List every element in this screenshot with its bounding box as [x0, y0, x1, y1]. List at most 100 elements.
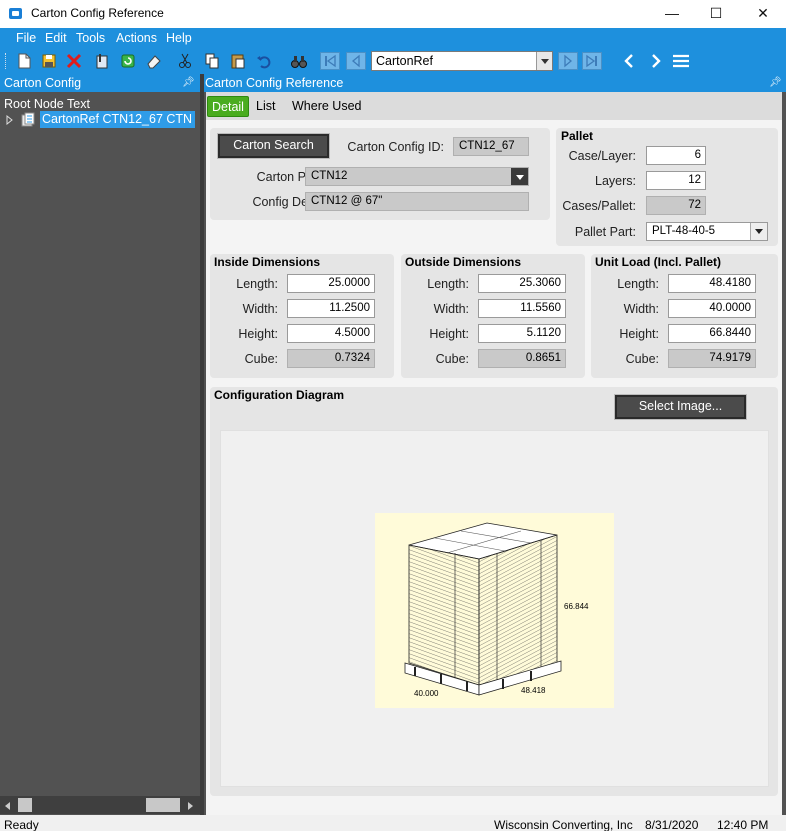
- eraser-icon[interactable]: [145, 52, 163, 70]
- outside-dimensions-group: Outside Dimensions Length: 25.3060 Width…: [401, 254, 585, 378]
- configuration-diagram-group: Configuration Diagram Select Image... 66…: [210, 387, 778, 796]
- menu-bar: File Edit Tools Actions Help: [0, 28, 786, 48]
- diagram-height-label: 66.844: [564, 602, 589, 611]
- pallet-group: Pallet Case/Layer: 6 Layers: 12 Cases/Pa…: [556, 128, 778, 246]
- app-icon: [9, 8, 22, 19]
- hamburger-menu-icon[interactable]: [672, 52, 690, 70]
- outside-height-label: Height:: [429, 327, 469, 341]
- attach-icon[interactable]: [93, 52, 111, 70]
- pin-icon[interactable]: 📌︎: [182, 77, 195, 88]
- next-record-button[interactable]: [558, 52, 578, 70]
- expand-arrow-icon[interactable]: [6, 115, 14, 125]
- minimize-button[interactable]: —: [649, 0, 695, 28]
- select-image-button[interactable]: Select Image...: [614, 394, 747, 420]
- carton-node-icon: [21, 112, 35, 127]
- tab-detail[interactable]: Detail: [207, 96, 249, 117]
- detail-body: Detail List Where Used Carton Search Car…: [206, 92, 782, 818]
- unitload-cube-label: Cube:: [625, 352, 659, 366]
- forward-arrow-icon[interactable]: [646, 52, 664, 70]
- inside-dimensions-group: Inside Dimensions Length: 25.0000 Width:…: [210, 254, 394, 378]
- record-nav-combo[interactable]: CartonRef: [371, 51, 553, 71]
- inside-dimensions-title: Inside Dimensions: [214, 255, 321, 269]
- inside-width-field[interactable]: 11.2500: [287, 299, 375, 318]
- tree-root-node[interactable]: Root Node Text: [4, 97, 90, 111]
- delete-icon[interactable]: [65, 52, 83, 70]
- tab-list[interactable]: List: [252, 96, 279, 117]
- outside-width-field[interactable]: 11.5560: [478, 299, 566, 318]
- next-icon: [564, 54, 573, 68]
- outside-cube-field: 0.8651: [478, 349, 566, 368]
- pin-icon[interactable]: 📌︎: [769, 77, 782, 88]
- refresh-icon[interactable]: [119, 52, 137, 70]
- chevron-down-icon[interactable]: [750, 223, 767, 240]
- outside-length-field[interactable]: 25.3060: [478, 274, 566, 293]
- unitload-height-field[interactable]: 66.8440: [668, 324, 756, 343]
- outside-width-label: Width:: [433, 302, 469, 316]
- toolbar: CartonRef: [0, 48, 786, 74]
- prev-record-button[interactable]: [346, 52, 366, 70]
- menu-tools[interactable]: Tools: [76, 31, 105, 45]
- status-text: Ready: [4, 818, 39, 831]
- back-arrow-icon[interactable]: [621, 52, 639, 70]
- outside-length-label: Length:: [427, 277, 469, 291]
- last-icon: [586, 54, 597, 68]
- scrollbar-thumb[interactable]: [146, 798, 180, 812]
- tab-where-used[interactable]: Where Used: [288, 96, 365, 117]
- close-button[interactable]: ✕: [740, 0, 786, 28]
- copy-icon[interactable]: [203, 52, 221, 70]
- scrollbar-thumb-start[interactable]: [18, 798, 32, 812]
- cut-icon[interactable]: [176, 52, 194, 70]
- unitload-height-label: Height:: [619, 327, 659, 341]
- scroll-left-icon[interactable]: [4, 802, 12, 810]
- tree-panel-title: Carton Config: [4, 76, 82, 90]
- unitload-length-label: Length:: [617, 277, 659, 291]
- pallet-diagram-image: 66.844 40.000 48.418: [375, 513, 614, 708]
- search-binoculars-icon[interactable]: [290, 52, 308, 70]
- config-desc-field[interactable]: CTN12 @ 67": [305, 192, 529, 211]
- detail-panel-title: Carton Config Reference: [205, 76, 344, 90]
- carton-search-button[interactable]: Carton Search: [217, 133, 330, 159]
- carton-part-select[interactable]: CTN12: [305, 167, 529, 186]
- unit-load-group: Unit Load (Incl. Pallet) Length: 48.4180…: [591, 254, 778, 378]
- title-bar: Carton Config Reference — ☐ ✕: [0, 0, 786, 28]
- inside-length-field[interactable]: 25.0000: [287, 274, 375, 293]
- undo-icon[interactable]: [255, 52, 273, 70]
- outside-cube-label: Cube:: [435, 352, 469, 366]
- pallet-title: Pallet: [561, 129, 594, 143]
- tree-node-cartonref[interactable]: CartonRef CTN12_67 CTN: [40, 111, 195, 128]
- config-id-label: Carton Config ID:: [347, 140, 444, 154]
- inside-width-label: Width:: [242, 302, 278, 316]
- case-layer-field[interactable]: 6: [646, 146, 706, 165]
- window-title: Carton Config Reference: [31, 6, 164, 20]
- menu-file[interactable]: File: [16, 31, 36, 45]
- new-icon[interactable]: [15, 52, 33, 70]
- status-bar: Ready Wisconsin Converting, Inc 8/31/202…: [0, 815, 786, 831]
- detail-panel-header: Carton Config Reference 📌︎: [204, 74, 786, 92]
- status-time: 12:40 PM: [717, 818, 769, 831]
- tab-bar: Detail List Where Used: [206, 92, 782, 120]
- maximize-button[interactable]: ☐: [693, 0, 739, 28]
- layers-field[interactable]: 12: [646, 171, 706, 190]
- inside-cube-field: 0.7324: [287, 349, 375, 368]
- case-layer-label: Case/Layer:: [568, 149, 636, 163]
- menu-actions[interactable]: Actions: [116, 31, 157, 45]
- pallet-part-select[interactable]: PLT-48-40-5: [646, 222, 768, 241]
- chevron-down-icon[interactable]: [511, 168, 528, 185]
- configuration-diagram-title: Configuration Diagram: [214, 388, 345, 402]
- paste-icon[interactable]: [229, 52, 247, 70]
- menu-help[interactable]: Help: [166, 31, 192, 45]
- save-icon[interactable]: [40, 52, 58, 70]
- first-record-button[interactable]: [320, 52, 340, 70]
- menu-edit[interactable]: Edit: [45, 31, 67, 45]
- chevron-down-icon[interactable]: [536, 52, 552, 70]
- tree-panel: Carton Config 📌︎ Root Node Text CartonRe…: [0, 74, 200, 822]
- scroll-right-icon[interactable]: [186, 802, 194, 810]
- carton-part-value: CTN12: [311, 170, 348, 182]
- inside-height-field[interactable]: 4.5000: [287, 324, 375, 343]
- unitload-length-field[interactable]: 48.4180: [668, 274, 756, 293]
- unitload-width-label: Width:: [623, 302, 659, 316]
- outside-height-field[interactable]: 5.1120: [478, 324, 566, 343]
- unitload-width-field[interactable]: 40.0000: [668, 299, 756, 318]
- inside-cube-label: Cube:: [244, 352, 278, 366]
- last-record-button[interactable]: [582, 52, 602, 70]
